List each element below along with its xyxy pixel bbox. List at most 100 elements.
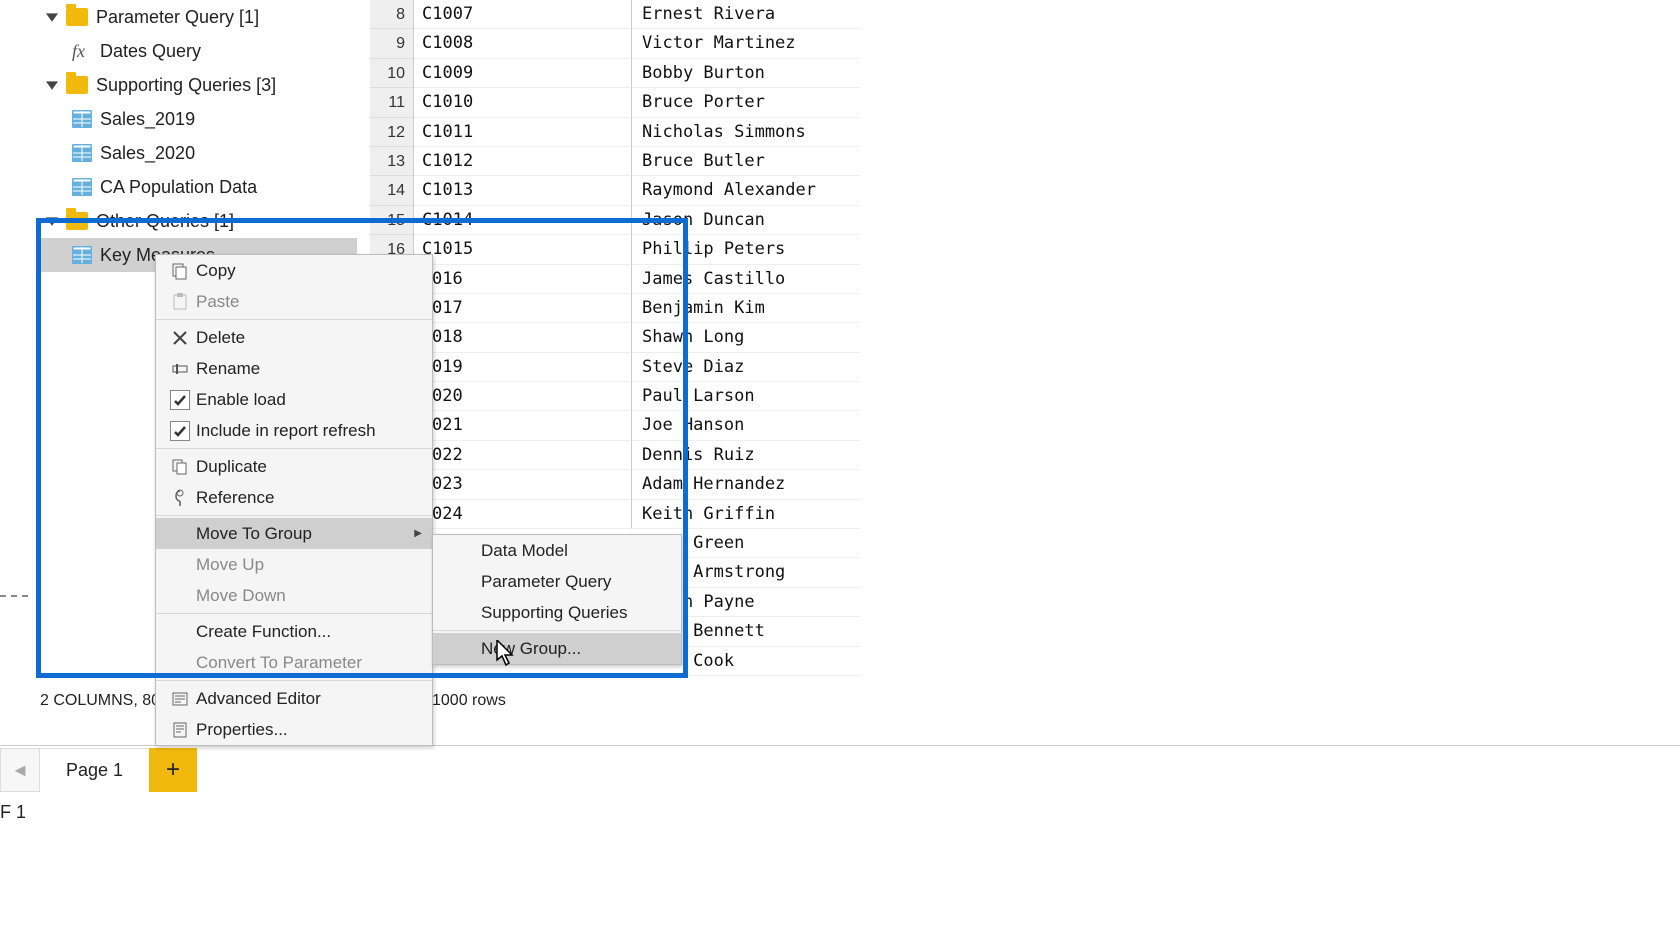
table-row[interactable]: 8C1007Ernest Rivera	[370, 0, 860, 29]
query-ca-population[interactable]: CA Population Data	[40, 170, 360, 204]
cell-name: Bruce Porter	[632, 88, 860, 117]
checkbox-checked-icon	[164, 421, 196, 441]
submenu-arrow-icon: ▶	[414, 528, 422, 539]
status-columns-rows: 2 COLUMNS, 80	[40, 692, 160, 710]
query-dates[interactable]: fx Dates Query	[40, 34, 360, 68]
folder-supporting-queries[interactable]: Supporting Queries [3]	[40, 68, 360, 102]
query-sales-2019[interactable]: Sales_2019	[40, 102, 360, 136]
table-row[interactable]: 016James Castillo	[370, 265, 860, 294]
cell-code: C1009	[414, 59, 632, 88]
cell-name: Bruce Butler	[632, 147, 860, 176]
table-icon	[72, 144, 92, 162]
cell-name: Steve Diaz	[632, 353, 860, 382]
cell-code: C1012	[414, 147, 632, 176]
duplicate-icon	[164, 458, 196, 476]
cell-name: Victor Martinez	[632, 29, 860, 58]
submenu-data-model[interactable]: Data Model	[433, 535, 681, 566]
ctx-include-refresh[interactable]: Include in report refresh	[156, 415, 432, 446]
ctx-move-up: Move Up	[156, 549, 432, 580]
ctx-create-function[interactable]: Create Function...	[156, 616, 432, 647]
row-number: 13	[370, 147, 414, 176]
move-to-group-submenu: Data Model Parameter Query Supporting Qu…	[432, 534, 682, 665]
ctx-copy[interactable]: Copy	[156, 255, 432, 286]
submenu-supporting-queries[interactable]: Supporting Queries	[433, 597, 681, 628]
submenu-new-group[interactable]: New Group...	[433, 633, 681, 664]
table-icon	[72, 178, 92, 196]
ctx-convert-to-parameter: Convert To Parameter	[156, 647, 432, 678]
cell-code: C1007	[414, 0, 632, 29]
ctx-properties[interactable]: Properties...	[156, 714, 432, 745]
folder-other-queries[interactable]: Other Queries [1]	[40, 204, 360, 238]
table-row[interactable]: 9C1008Victor Martinez	[370, 29, 860, 58]
caret-down-icon	[46, 11, 58, 23]
cell-name: Jason Duncan	[632, 206, 860, 235]
query-sales-2020[interactable]: Sales_2020	[40, 136, 360, 170]
table-row[interactable]: 017Benjamin Kim	[370, 294, 860, 323]
ctx-delete[interactable]: Delete	[156, 322, 432, 353]
corner-label: F 1	[0, 802, 26, 823]
ctx-enable-load[interactable]: Enable load	[156, 384, 432, 415]
table-row[interactable]: 020Paul Larson	[370, 382, 860, 411]
folder-icon	[66, 8, 88, 26]
cell-name: Phillip Peters	[632, 235, 860, 264]
ctx-advanced-editor[interactable]: Advanced Editor	[156, 683, 432, 714]
row-number: 14	[370, 176, 414, 205]
table-row[interactable]: 11C1010Bruce Porter	[370, 88, 860, 117]
cell-code: C1015	[414, 235, 632, 264]
tab-nav-prev[interactable]: ◄	[0, 748, 40, 792]
table-row[interactable]: 023Adam Hernandez	[370, 470, 860, 499]
table-row[interactable]: 12C1011Nicholas Simmons	[370, 118, 860, 147]
folder-label: Supporting Queries [3]	[96, 75, 276, 96]
status-preview-rows: 1000 rows	[432, 692, 506, 710]
cell-name: Joe Hanson	[632, 411, 860, 440]
folder-icon	[66, 76, 88, 94]
table-icon	[72, 246, 92, 264]
table-row[interactable]: 10C1009Bobby Burton	[370, 59, 860, 88]
table-row[interactable]: 16C1015Phillip Peters	[370, 235, 860, 264]
tab-page-1[interactable]: Page 1	[40, 748, 149, 792]
cell-name: Bobby Burton	[632, 59, 860, 88]
fx-icon: fx	[72, 41, 92, 62]
query-label: Dates Query	[100, 41, 201, 62]
query-label: Sales_2020	[100, 143, 195, 164]
table-icon	[72, 110, 92, 128]
table-row[interactable]: 019Steve Diaz	[370, 353, 860, 382]
cell-name: Dennis Ruiz	[632, 441, 860, 470]
page-tabs: ◄ Page 1 +	[0, 748, 197, 792]
row-number: 12	[370, 118, 414, 147]
ctx-paste: Paste	[156, 286, 432, 317]
ctx-move-to-group[interactable]: Move To Group ▶	[156, 518, 432, 549]
folder-icon	[66, 212, 88, 230]
cell-name: Paul Larson	[632, 382, 860, 411]
ctx-move-down: Move Down	[156, 580, 432, 611]
caret-down-icon	[46, 215, 58, 227]
submenu-parameter-query[interactable]: Parameter Query	[433, 566, 681, 597]
query-label: Sales_2019	[100, 109, 195, 130]
cell-name: James Castillo	[632, 265, 860, 294]
cell-code: C1011	[414, 118, 632, 147]
row-number: 9	[370, 29, 414, 58]
ctx-rename[interactable]: Rename	[156, 353, 432, 384]
table-row[interactable]: 018Shawn Long	[370, 323, 860, 352]
table-row[interactable]: 021Joe Hanson	[370, 411, 860, 440]
table-row[interactable]: 13C1012Bruce Butler	[370, 147, 860, 176]
ctx-reference[interactable]: Reference	[156, 482, 432, 513]
reference-icon	[164, 489, 196, 507]
tab-add-page[interactable]: +	[149, 748, 197, 792]
table-row[interactable]: 15C1014Jason Duncan	[370, 206, 860, 235]
cell-name: Ernest Rivera	[632, 0, 860, 29]
caret-down-icon	[46, 79, 58, 91]
table-row[interactable]: 14C1013Raymond Alexander	[370, 176, 860, 205]
cell-name: Raymond Alexander	[632, 176, 860, 205]
delete-icon	[164, 329, 196, 347]
cell-code: C1010	[414, 88, 632, 117]
folder-parameter-query[interactable]: Parameter Query [1]	[40, 0, 360, 34]
row-number: 8	[370, 0, 414, 29]
query-context-menu: Copy Paste Delete Rename Enable load Inc…	[155, 254, 433, 746]
table-row[interactable]: 024Keith Griffin	[370, 500, 860, 529]
cell-name: Adam Hernandez	[632, 470, 860, 499]
cell-name: Benjamin Kim	[632, 294, 860, 323]
cell-name: Keith Griffin	[632, 500, 860, 529]
table-row[interactable]: 022Dennis Ruiz	[370, 441, 860, 470]
ctx-duplicate[interactable]: Duplicate	[156, 451, 432, 482]
